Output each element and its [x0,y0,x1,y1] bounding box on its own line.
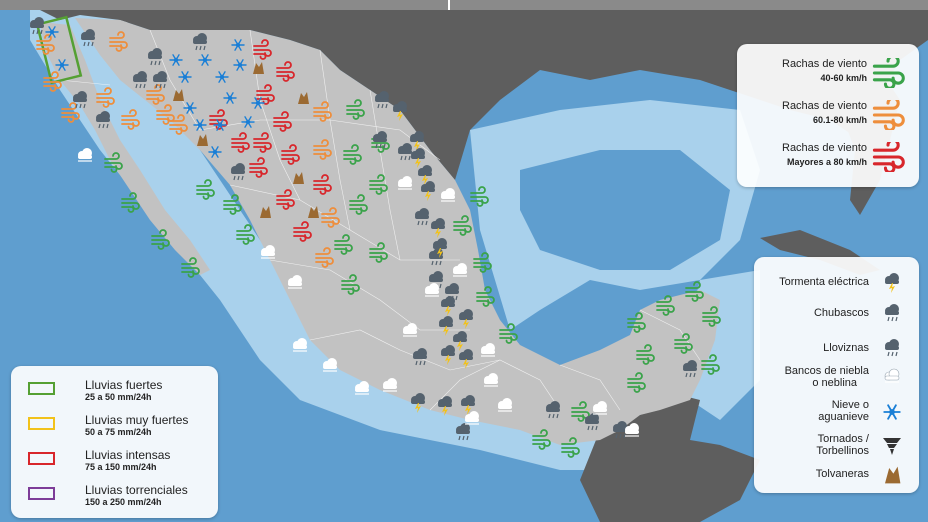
thunderstorm-icon [879,271,905,295]
legend-label: Tornados / [817,433,869,445]
rain-legend: Lluvias fuertes 25 a 50 mm/24h Lluvias m… [11,366,218,518]
wind-legend-title: Rachas de viento [782,142,867,154]
rain-legend-range: 75 a 150 mm/24h [85,462,157,472]
rain-muy-fuertes-swatch [28,417,55,430]
wind-red-icon [872,142,905,172]
rain-legend-row: Lluvias intensas 75 a 150 mm/24h [23,446,218,482]
rain-legend-range: 150 a 250 mm/24h [85,497,162,507]
rain-legend-title: Lluvias intensas [85,448,171,462]
snow-icon [883,404,901,420]
wind-legend-title: Rachas de viento [782,58,867,70]
drizzle-icon [879,337,905,361]
legend-label: Chubascos [813,307,869,319]
legend-label: Lloviznas [823,342,869,354]
wind-green-icon [872,58,905,88]
rain-torrenciales-swatch [28,487,55,500]
wind-legend-title: Rachas de viento [782,100,867,112]
wind-legend-range: Mayores a 80 km/h [786,157,867,167]
gulf-deep [520,150,730,270]
wind-legend-range: 60.1-80 km/h [812,115,867,125]
wind-legend: Rachas de viento 40-60 km/h Rachas de vi… [737,44,919,187]
rain-legend-title: Lluvias muy fuertes [85,413,189,427]
top-bar [0,0,928,10]
wind-legend-range: 40-60 km/h [820,73,867,83]
legend-label: Tormenta eléctrica [779,276,869,288]
rain-intensas-swatch [28,452,55,465]
phenomena-legend: Tormenta eléctrica Chubascos Lloviznas B… [754,257,919,493]
rain-legend-title: Lluvias fuertes [85,378,163,392]
tornado-icon [883,438,901,455]
rain-legend-row: Lluvias torrenciales 150 a 250 mm/24h [23,481,218,517]
legend-label: Torbellinos [816,445,869,457]
wind-legend-row: Rachas de viento 40-60 km/h [737,52,919,92]
rain-legend-row: Lluvias muy fuertes 50 a 75 mm/24h [23,411,218,447]
rain-legend-range: 50 a 75 mm/24h [85,427,152,437]
wind-legend-row: Rachas de viento Mayores a 80 km/h [737,136,919,176]
rain-legend-title: Lluvias torrenciales [85,483,188,497]
fog-icon [884,368,900,383]
legend-label: Tolvaneras [815,468,869,480]
dust-storm-icon [885,466,901,484]
legend-label: aguanieve [818,411,869,423]
legend-label: Nieve o [831,399,869,411]
wind-orange-icon [872,100,905,130]
rain-legend-range: 25 a 50 mm/24h [85,392,152,402]
legend-label: Bancos de niebla [784,365,869,377]
rain-legend-row: Lluvias fuertes 25 a 50 mm/24h [23,376,218,412]
showers-icon [879,302,905,326]
rain-fuertes-swatch [28,382,55,395]
wind-legend-row: Rachas de viento 60.1-80 km/h [737,94,919,134]
legend-label: o neblina [812,377,857,389]
